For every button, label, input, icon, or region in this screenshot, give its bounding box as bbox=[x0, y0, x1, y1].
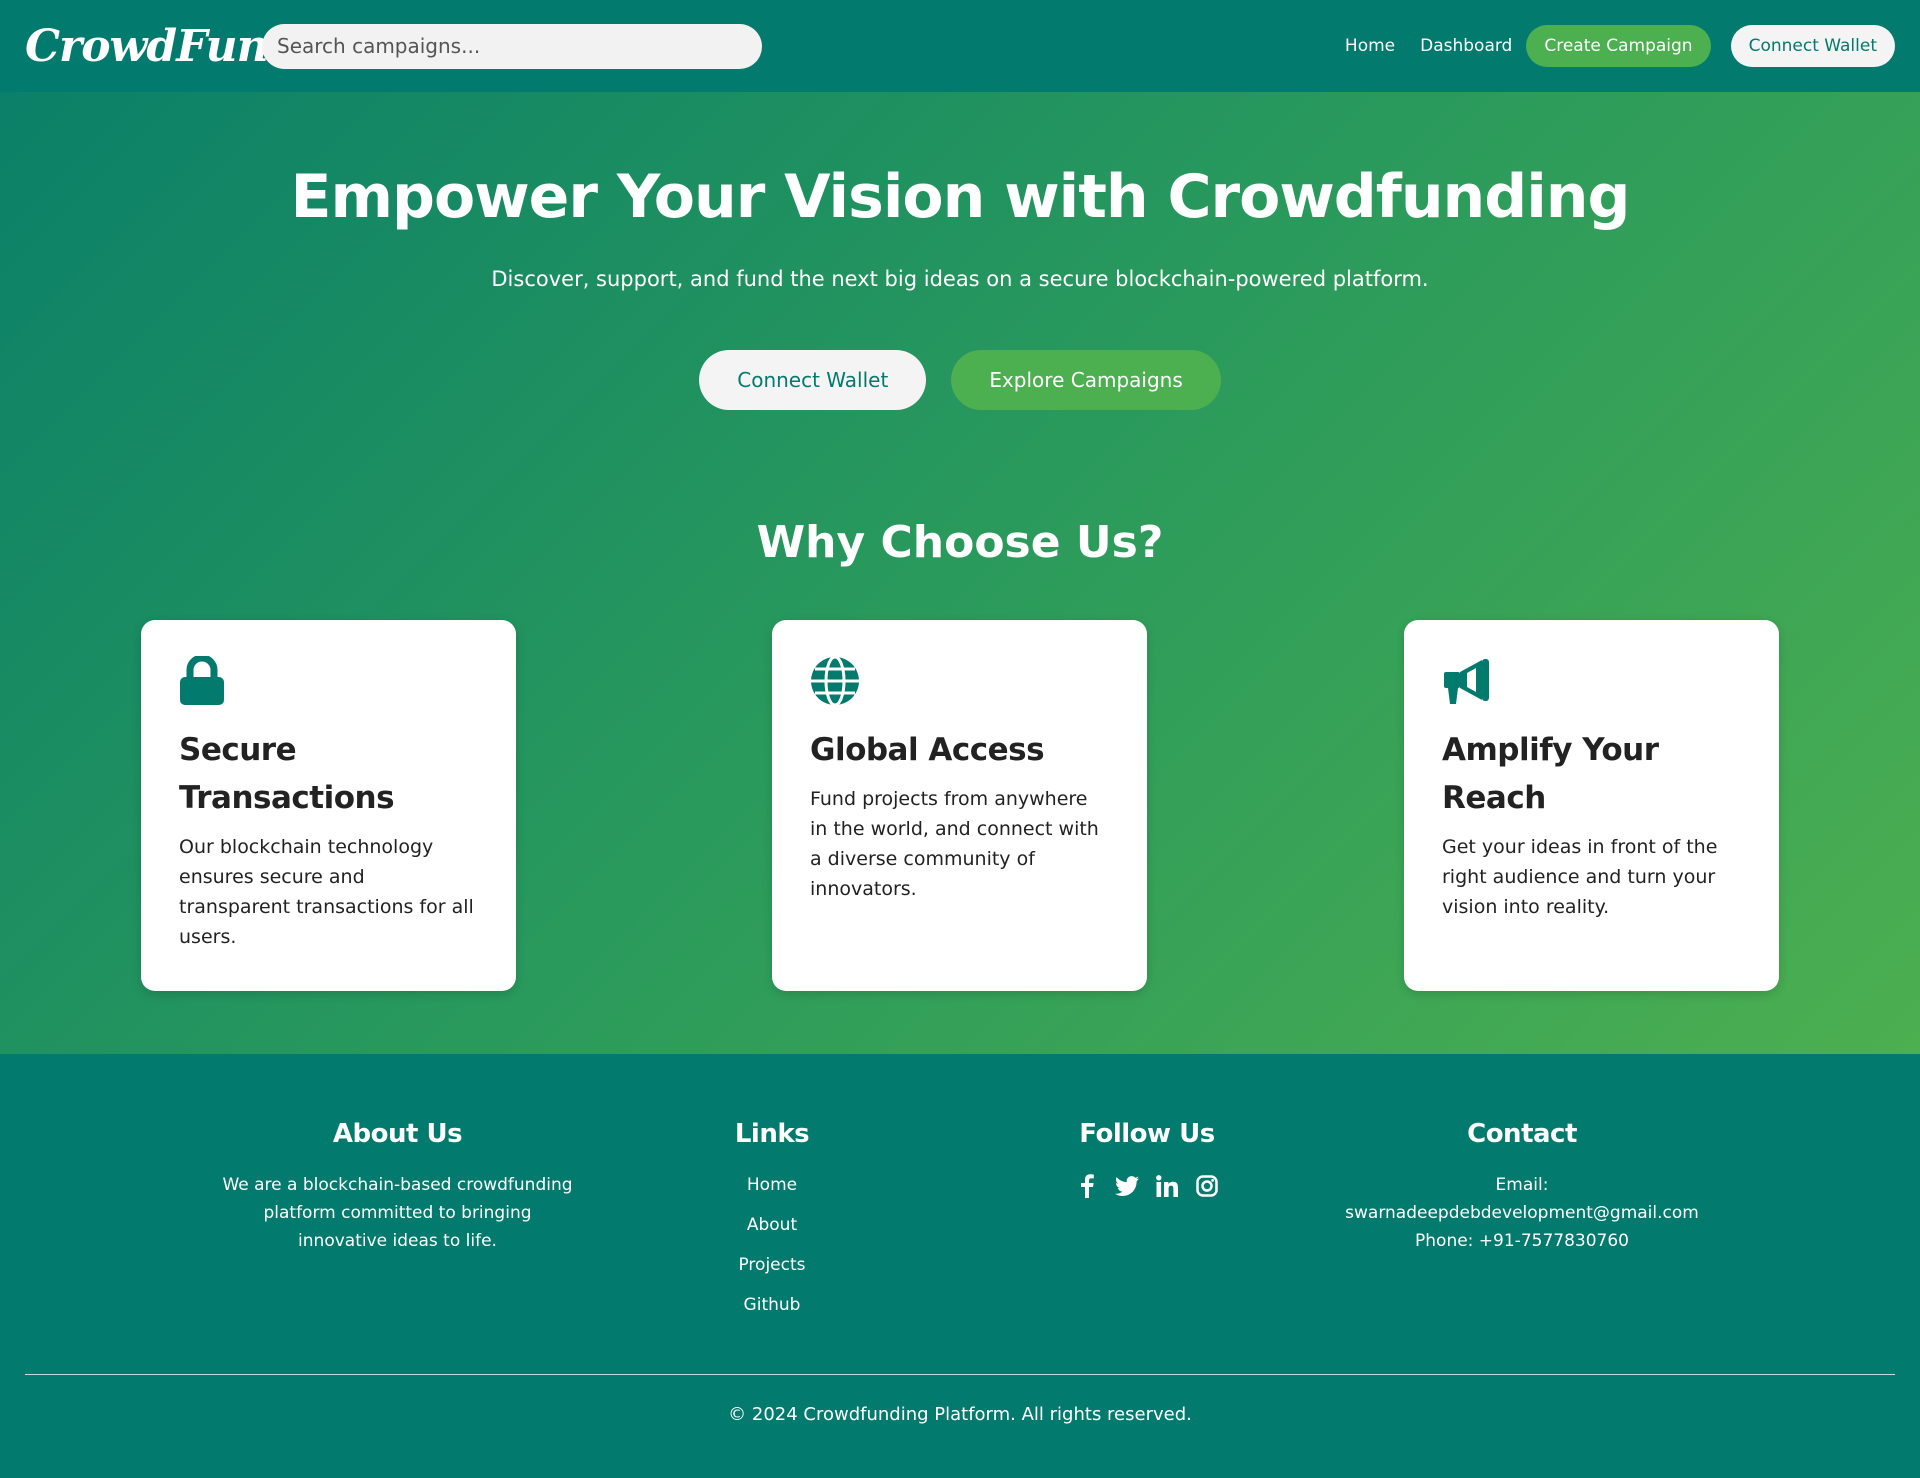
feature-card-secure: Secure Transactions Our blockchain techn… bbox=[141, 620, 516, 991]
megaphone-icon bbox=[1442, 656, 1492, 706]
card-title: Global Access bbox=[810, 732, 1045, 768]
hero-title: Empower Your Vision with Crowdfunding bbox=[290, 162, 1631, 232]
footer-contact: Contact Email: swarnadeepdebdevelopment@… bbox=[1322, 1119, 1722, 1255]
hero-section: Empower Your Vision with Crowdfunding Di… bbox=[0, 92, 1920, 1054]
social-icons bbox=[1047, 1173, 1247, 1199]
card-desc: Our blockchain technology ensures secure… bbox=[179, 836, 474, 948]
hero-buttons: Connect Wallet Explore Campaigns bbox=[0, 350, 1920, 410]
card-title: Secure Transactions bbox=[179, 732, 395, 816]
lock-icon bbox=[179, 654, 229, 706]
footer-link-about[interactable]: About bbox=[672, 1211, 872, 1251]
footer: About Us We are a blockchain-based crowd… bbox=[0, 1054, 1920, 1478]
navbar: CrowdFund Home Dashboard Create Campaign… bbox=[0, 0, 1920, 92]
nav-connect-wallet-button[interactable]: Connect Wallet bbox=[1730, 25, 1895, 67]
contact-email[interactable]: swarnadeepdebdevelopment@gmail.com bbox=[1322, 1199, 1722, 1227]
contact-phone: Phone: +91-7577830760 bbox=[1415, 1231, 1629, 1251]
footer-about-text: We are a blockchain-based crowdfunding p… bbox=[222, 1175, 573, 1251]
create-campaign-button[interactable]: Create Campaign bbox=[1526, 25, 1711, 67]
footer-divider bbox=[25, 1374, 1895, 1375]
contact-email-label: Email: bbox=[1495, 1175, 1549, 1195]
nav-links: Home Dashboard Create Campaign Connect W… bbox=[1320, 25, 1895, 67]
hero-subtitle: Discover, support, and fund the next big… bbox=[491, 267, 1429, 291]
footer-about-title: About Us bbox=[332, 1119, 463, 1149]
footer-link-home[interactable]: Home bbox=[672, 1171, 872, 1211]
facebook-icon[interactable] bbox=[1074, 1173, 1100, 1199]
footer-link-github[interactable]: Github bbox=[672, 1291, 872, 1331]
card-desc: Get your ideas in front of the right aud… bbox=[1442, 836, 1718, 918]
card-desc: Fund projects from anywhere in the world… bbox=[810, 788, 1099, 900]
twitter-icon[interactable] bbox=[1114, 1173, 1140, 1199]
logo[interactable]: CrowdFund bbox=[25, 21, 298, 72]
card-title: Amplify Your Reach bbox=[1442, 732, 1659, 816]
footer-about: About Us We are a blockchain-based crowd… bbox=[220, 1119, 575, 1255]
footer-follow: Follow Us bbox=[1047, 1119, 1247, 1199]
globe-icon bbox=[810, 655, 860, 707]
feature-card-amplify: Amplify Your Reach Get your ideas in fro… bbox=[1404, 620, 1779, 991]
copyright-text: © 2024 Crowdfunding Platform. All rights… bbox=[728, 1404, 1192, 1425]
search-input[interactable] bbox=[262, 23, 762, 69]
nav-link-dashboard[interactable]: Dashboard bbox=[1420, 36, 1512, 56]
instagram-icon[interactable] bbox=[1194, 1173, 1220, 1199]
footer-link-projects[interactable]: Projects bbox=[672, 1251, 872, 1291]
explore-campaigns-button[interactable]: Explore Campaigns bbox=[951, 350, 1221, 410]
footer-contact-title: Contact bbox=[1467, 1119, 1577, 1149]
linkedin-icon[interactable] bbox=[1154, 1173, 1180, 1199]
footer-follow-title: Follow Us bbox=[1079, 1119, 1215, 1149]
footer-links: Links Home About Projects Github bbox=[672, 1119, 872, 1331]
feature-card-global: Global Access Fund projects from anywher… bbox=[772, 620, 1147, 991]
nav-link-home[interactable]: Home bbox=[1345, 36, 1395, 56]
hero-connect-wallet-button[interactable]: Connect Wallet bbox=[699, 350, 927, 410]
why-choose-us-title: Why Choose Us? bbox=[756, 517, 1164, 568]
footer-links-title: Links bbox=[734, 1119, 810, 1149]
